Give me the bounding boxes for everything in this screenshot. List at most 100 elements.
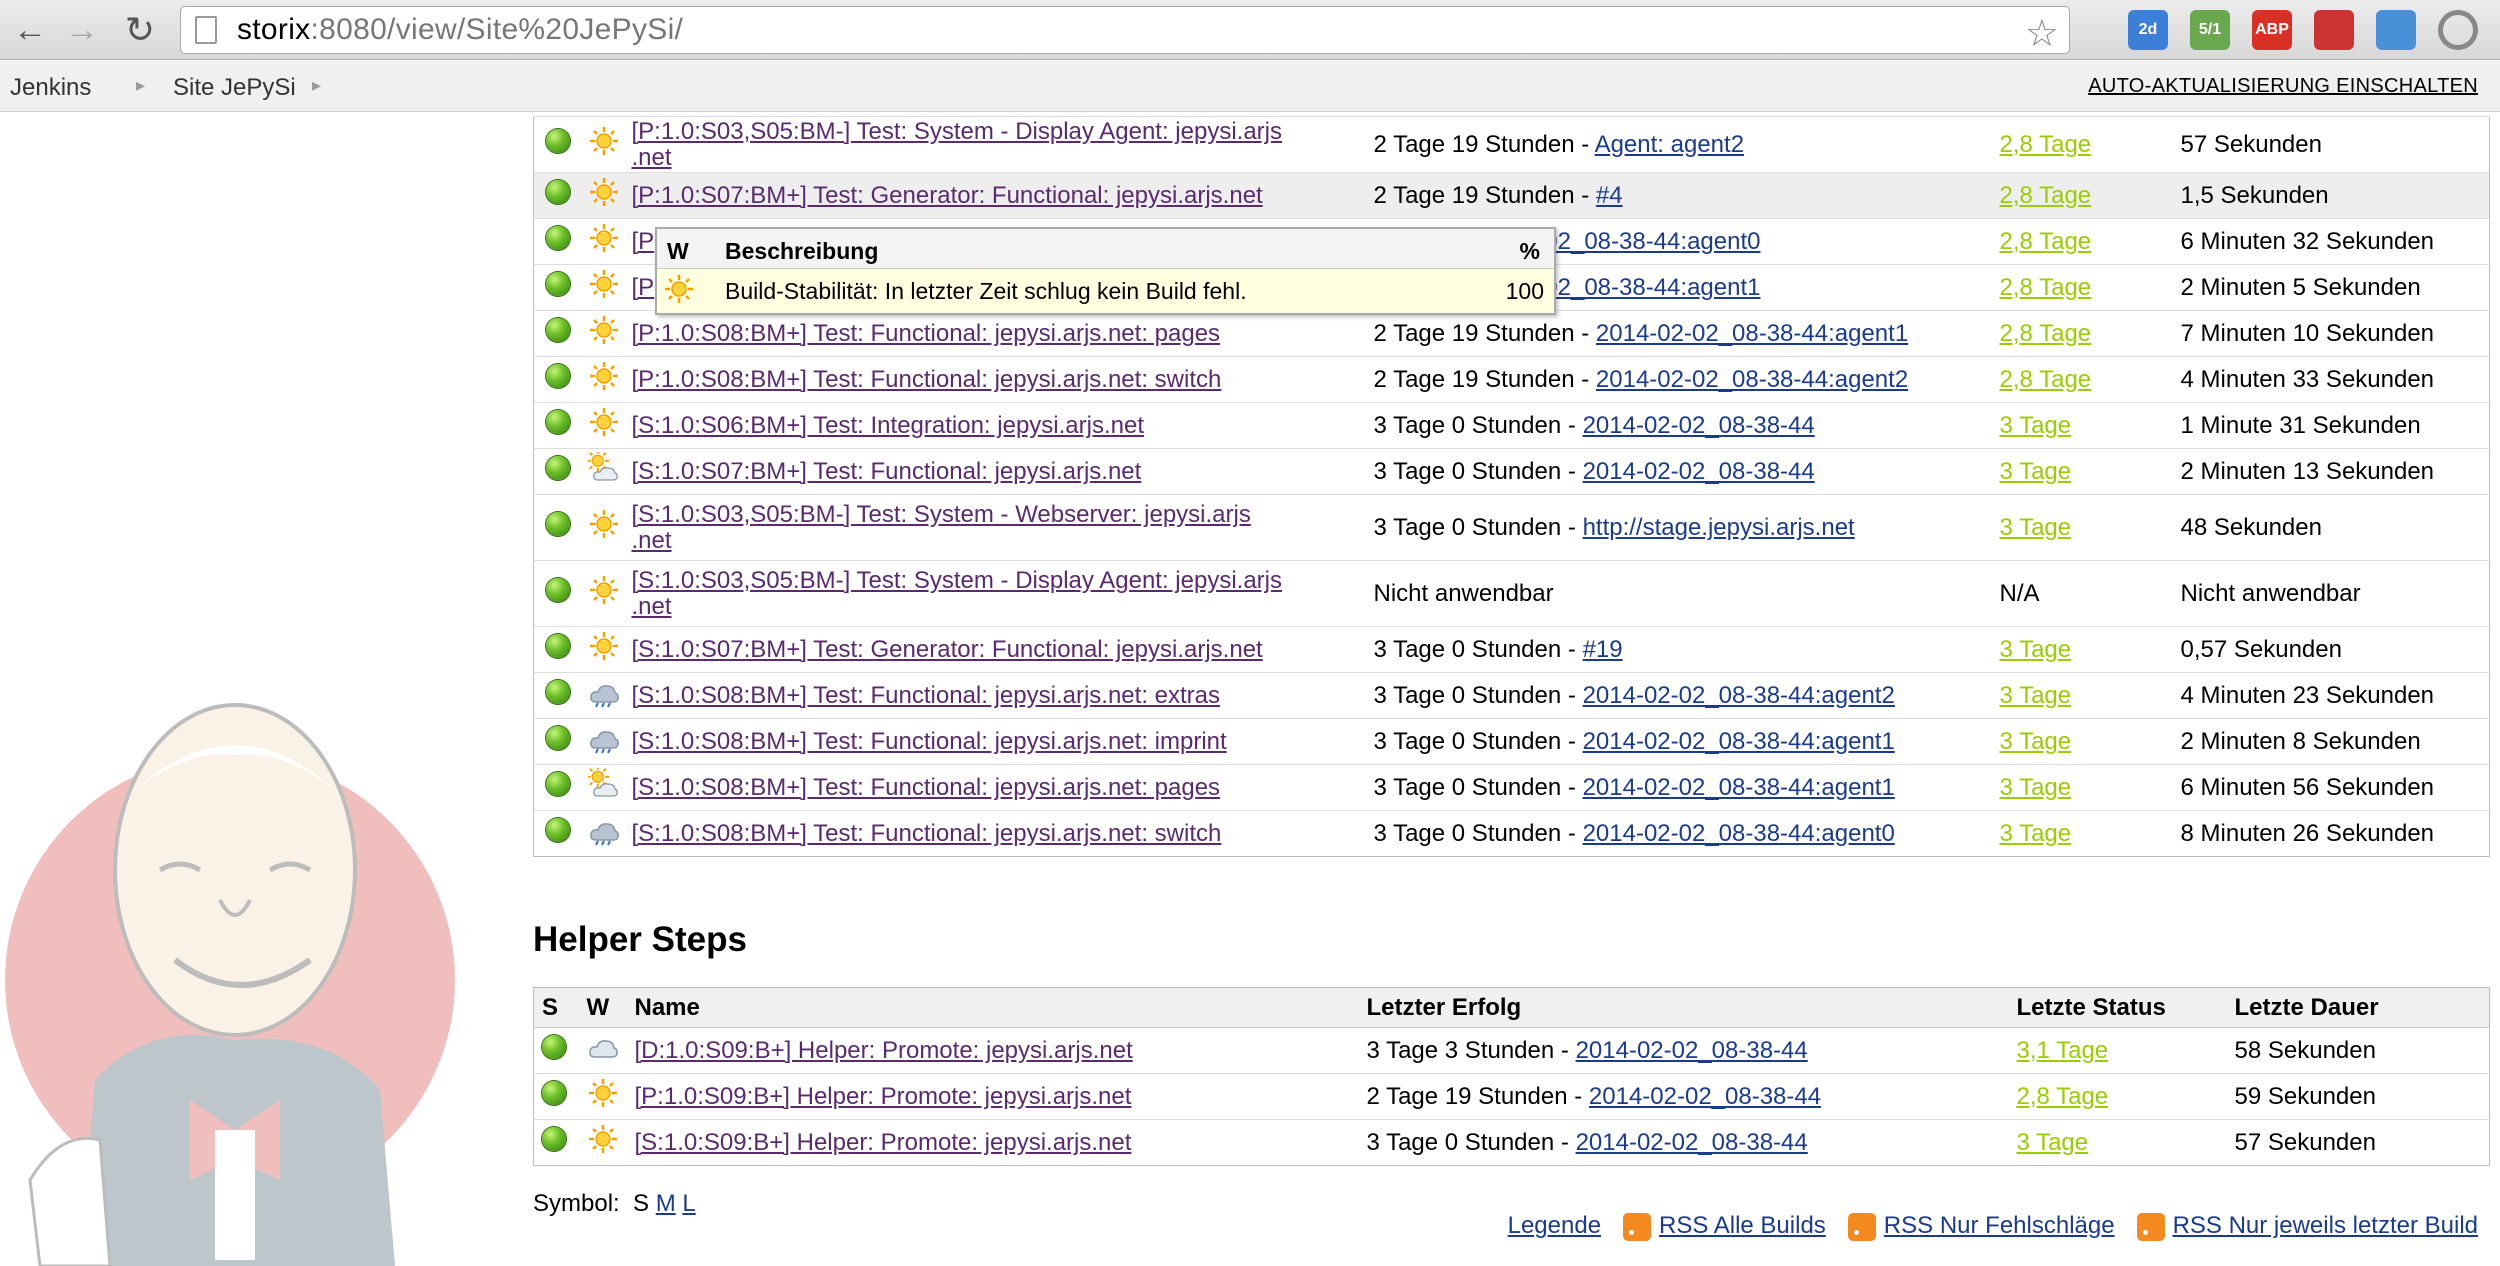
- legend-link[interactable]: Legende: [1508, 1212, 1601, 1240]
- job-link[interactable]: [S:1.0:S07:BM+] Test: Generator: Functio…: [632, 636, 1263, 663]
- status-cell: [533, 218, 582, 265]
- rss-all-builds-link[interactable]: RSS Alle Builds: [1659, 1212, 1826, 1239]
- rss-latest-link[interactable]: RSS Nur jeweils letzter Build: [2173, 1212, 2478, 1239]
- job-link[interactable]: [S:1.0:S07:BM+] Test: Functional: jepysi…: [632, 458, 1142, 485]
- sunny-weather-icon[interactable]: [588, 316, 620, 352]
- sunny-weather-icon[interactable]: [588, 224, 620, 260]
- job-link[interactable]: [S:1.0:S03,S05:BM-] Test: System - Displ…: [632, 567, 1283, 620]
- sunny-weather-icon[interactable]: [588, 510, 620, 546]
- job-link[interactable]: [S:1.0:S08:BM+] Test: Functional: jepysi…: [632, 728, 1227, 755]
- col-name-header[interactable]: Name: [626, 987, 1359, 1028]
- job-link[interactable]: [S:1.0:S09:B+] Helper: Promote: jepysi.a…: [635, 1129, 1132, 1156]
- sunny-weather-icon[interactable]: [587, 1079, 619, 1115]
- last-success-build-link[interactable]: 2014-02-02_08-38-44:agent1: [1583, 774, 1895, 801]
- abp-icon[interactable]: ABP: [2252, 10, 2292, 50]
- last-status-link[interactable]: 2,8 Tage: [2000, 182, 2092, 209]
- last-status-link[interactable]: 2,8 Tage: [2017, 1083, 2109, 1110]
- rss-failed-link[interactable]: RSS Nur Fehlschläge: [1884, 1212, 2115, 1239]
- last-status-link[interactable]: 3 Tage: [2000, 820, 2072, 847]
- sunny-weather-icon[interactable]: [588, 408, 620, 444]
- last-success-build-link[interactable]: 2014-02-02_08-38-44:agent1: [1596, 320, 1908, 347]
- col-w-header[interactable]: W: [578, 987, 627, 1028]
- bookmark-ext-icon[interactable]: [2314, 10, 2354, 50]
- bookmark-star-icon[interactable]: ☆: [2025, 11, 2059, 56]
- last-status-link[interactable]: 3 Tage: [2000, 458, 2072, 485]
- status-cell: [533, 356, 582, 403]
- job-link[interactable]: [S:1.0:S06:BM+] Test: Integration: jepys…: [632, 412, 1145, 439]
- window-icon[interactable]: [2376, 10, 2416, 50]
- rss-all-link-wrap[interactable]: RSS Alle Builds: [1623, 1212, 1826, 1241]
- symbol-size-m[interactable]: M: [656, 1190, 676, 1217]
- last-status-link[interactable]: 3 Tage: [2000, 412, 2072, 439]
- sunny-weather-icon[interactable]: [588, 362, 620, 398]
- partly-cloudy-weather-icon[interactable]: [587, 452, 620, 490]
- sunny-weather-icon[interactable]: [588, 178, 620, 214]
- job-link[interactable]: [S:1.0:S08:BM+] Test: Functional: jepysi…: [632, 774, 1221, 801]
- last-success-build-link[interactable]: 2014-02-02_08-38-44:agent2: [1583, 682, 1895, 709]
- breadcrumb-jenkins[interactable]: Jenkins: [10, 74, 91, 102]
- job-link[interactable]: [P:1.0:S03,S05:BM-] Test: System - Displ…: [632, 118, 1283, 171]
- last-success-build-link[interactable]: Agent: agent2: [1595, 131, 1744, 158]
- sunny-weather-icon[interactable]: [587, 1125, 619, 1161]
- last-success-build-link[interactable]: #4: [1596, 182, 1623, 209]
- address-bar[interactable]: storix:8080/view/Site%20JePySi/ ☆: [180, 6, 2070, 56]
- col-s-header[interactable]: S: [533, 987, 579, 1028]
- job-link[interactable]: [P:1.0:S08:BM+] Test: Functional: jepysi…: [632, 320, 1221, 347]
- partly-cloudy-weather-icon[interactable]: [587, 768, 620, 806]
- last-success-build-link[interactable]: 2014-02-02_08-38-44:agent1: [1583, 728, 1895, 755]
- col-last-success-header[interactable]: Letzter Erfolg: [1358, 987, 2009, 1028]
- last-status-link[interactable]: 2,8 Tage: [2000, 320, 2092, 347]
- last-status-link[interactable]: 3 Tage: [2000, 636, 2072, 663]
- last-status-link[interactable]: 3 Tage: [2000, 682, 2072, 709]
- last-success-build-link[interactable]: 2014-02-02_08-38-44: [1576, 1129, 1808, 1156]
- job-link[interactable]: [P:1.0:S08:BM+] Test: Functional: jepysi…: [632, 366, 1222, 393]
- last-success-build-link[interactable]: 2014-02-02_08-38-44:agent0: [1583, 820, 1895, 847]
- job-link[interactable]: [S:1.0:S08:BM+] Test: Functional: jepysi…: [632, 682, 1221, 709]
- job-link[interactable]: [S:1.0:S08:BM+] Test: Functional: jepysi…: [632, 820, 1222, 847]
- back-arrow-icon[interactable]: ←: [10, 10, 50, 50]
- last-success-build-link[interactable]: 2014-02-02_08-38-44: [1589, 1083, 1821, 1110]
- sunny-weather-icon[interactable]: [588, 127, 620, 163]
- job-link[interactable]: [D:1.0:S09:B+] Helper: Promote: jepysi.a…: [635, 1037, 1133, 1064]
- sunny-weather-icon[interactable]: [588, 632, 620, 668]
- job-link[interactable]: [P:1.0:S07:BM+] Test: Generator: Functio…: [632, 182, 1263, 209]
- last-success-build-link[interactable]: 2014-02-02_08-38-44: [1583, 458, 1815, 485]
- last-status-link[interactable]: 2,8 Tage: [2000, 228, 2092, 255]
- last-success-build-link[interactable]: #19: [1583, 636, 1623, 663]
- job-link[interactable]: [P: [632, 228, 655, 255]
- sunny-weather-icon[interactable]: [588, 576, 620, 612]
- reload-icon[interactable]: ↻: [120, 9, 160, 50]
- last-success-build-link[interactable]: http://stage.jepysi.arjs.net: [1583, 514, 1855, 541]
- col-last-duration-header[interactable]: Letzte Dauer: [2226, 987, 2490, 1028]
- col-last-status-header[interactable]: Letzte Status: [2008, 987, 2227, 1028]
- last-status-link[interactable]: 2,8 Tage: [2000, 274, 2092, 301]
- last-status-link[interactable]: 2,8 Tage: [2000, 366, 2092, 393]
- rss-latest-link-wrap[interactable]: RSS Nur jeweils letzter Build: [2136, 1212, 2478, 1241]
- symbol-size-l[interactable]: L: [682, 1190, 695, 1217]
- last-status-link[interactable]: 3 Tage: [2000, 514, 2072, 541]
- last-status-link[interactable]: 3,1 Tage: [2017, 1037, 2109, 1064]
- auto-refresh-link[interactable]: AUTO-AKTUALISIERUNG EINSCHALTEN: [2088, 75, 2478, 98]
- job-link[interactable]: [S:1.0:S03,S05:BM-] Test: System - Webse…: [632, 501, 1251, 554]
- job-link[interactable]: [P:1.0:S09:B+] Helper: Promote: jepysi.a…: [635, 1083, 1132, 1110]
- last-status-link[interactable]: 3 Tage: [2000, 728, 2072, 755]
- forward-arrow-icon[interactable]: →: [62, 10, 102, 50]
- calendar-icon[interactable]: 2d: [2128, 10, 2168, 50]
- loading-icon[interactable]: [2438, 10, 2478, 50]
- breadcrumb-site-jepysi[interactable]: Site JePySi: [173, 74, 296, 102]
- cloudy-weather-icon[interactable]: [587, 1040, 619, 1069]
- mail-count-icon[interactable]: 5/1: [2190, 10, 2230, 50]
- last-success-build-link[interactable]: 2014-02-02_08-38-44: [1583, 412, 1815, 439]
- last-duration-cell: 8 Minuten 26 Sekunden: [2174, 810, 2490, 857]
- job-link[interactable]: [P: [632, 274, 655, 301]
- rainy-weather-icon[interactable]: [588, 685, 620, 714]
- sunny-weather-icon[interactable]: [588, 270, 620, 306]
- rss-failed-link-wrap[interactable]: RSS Nur Fehlschläge: [1847, 1212, 2115, 1241]
- last-status-link[interactable]: 2,8 Tage: [2000, 131, 2092, 158]
- last-status-link[interactable]: 3 Tage: [2000, 774, 2072, 801]
- rainy-weather-icon[interactable]: [588, 823, 620, 852]
- last-success-build-link[interactable]: 2014-02-02_08-38-44: [1576, 1037, 1808, 1064]
- rainy-weather-icon[interactable]: [588, 731, 620, 760]
- last-success-build-link[interactable]: 2014-02-02_08-38-44:agent2: [1596, 366, 1908, 393]
- last-status-link[interactable]: 3 Tage: [2017, 1129, 2089, 1156]
